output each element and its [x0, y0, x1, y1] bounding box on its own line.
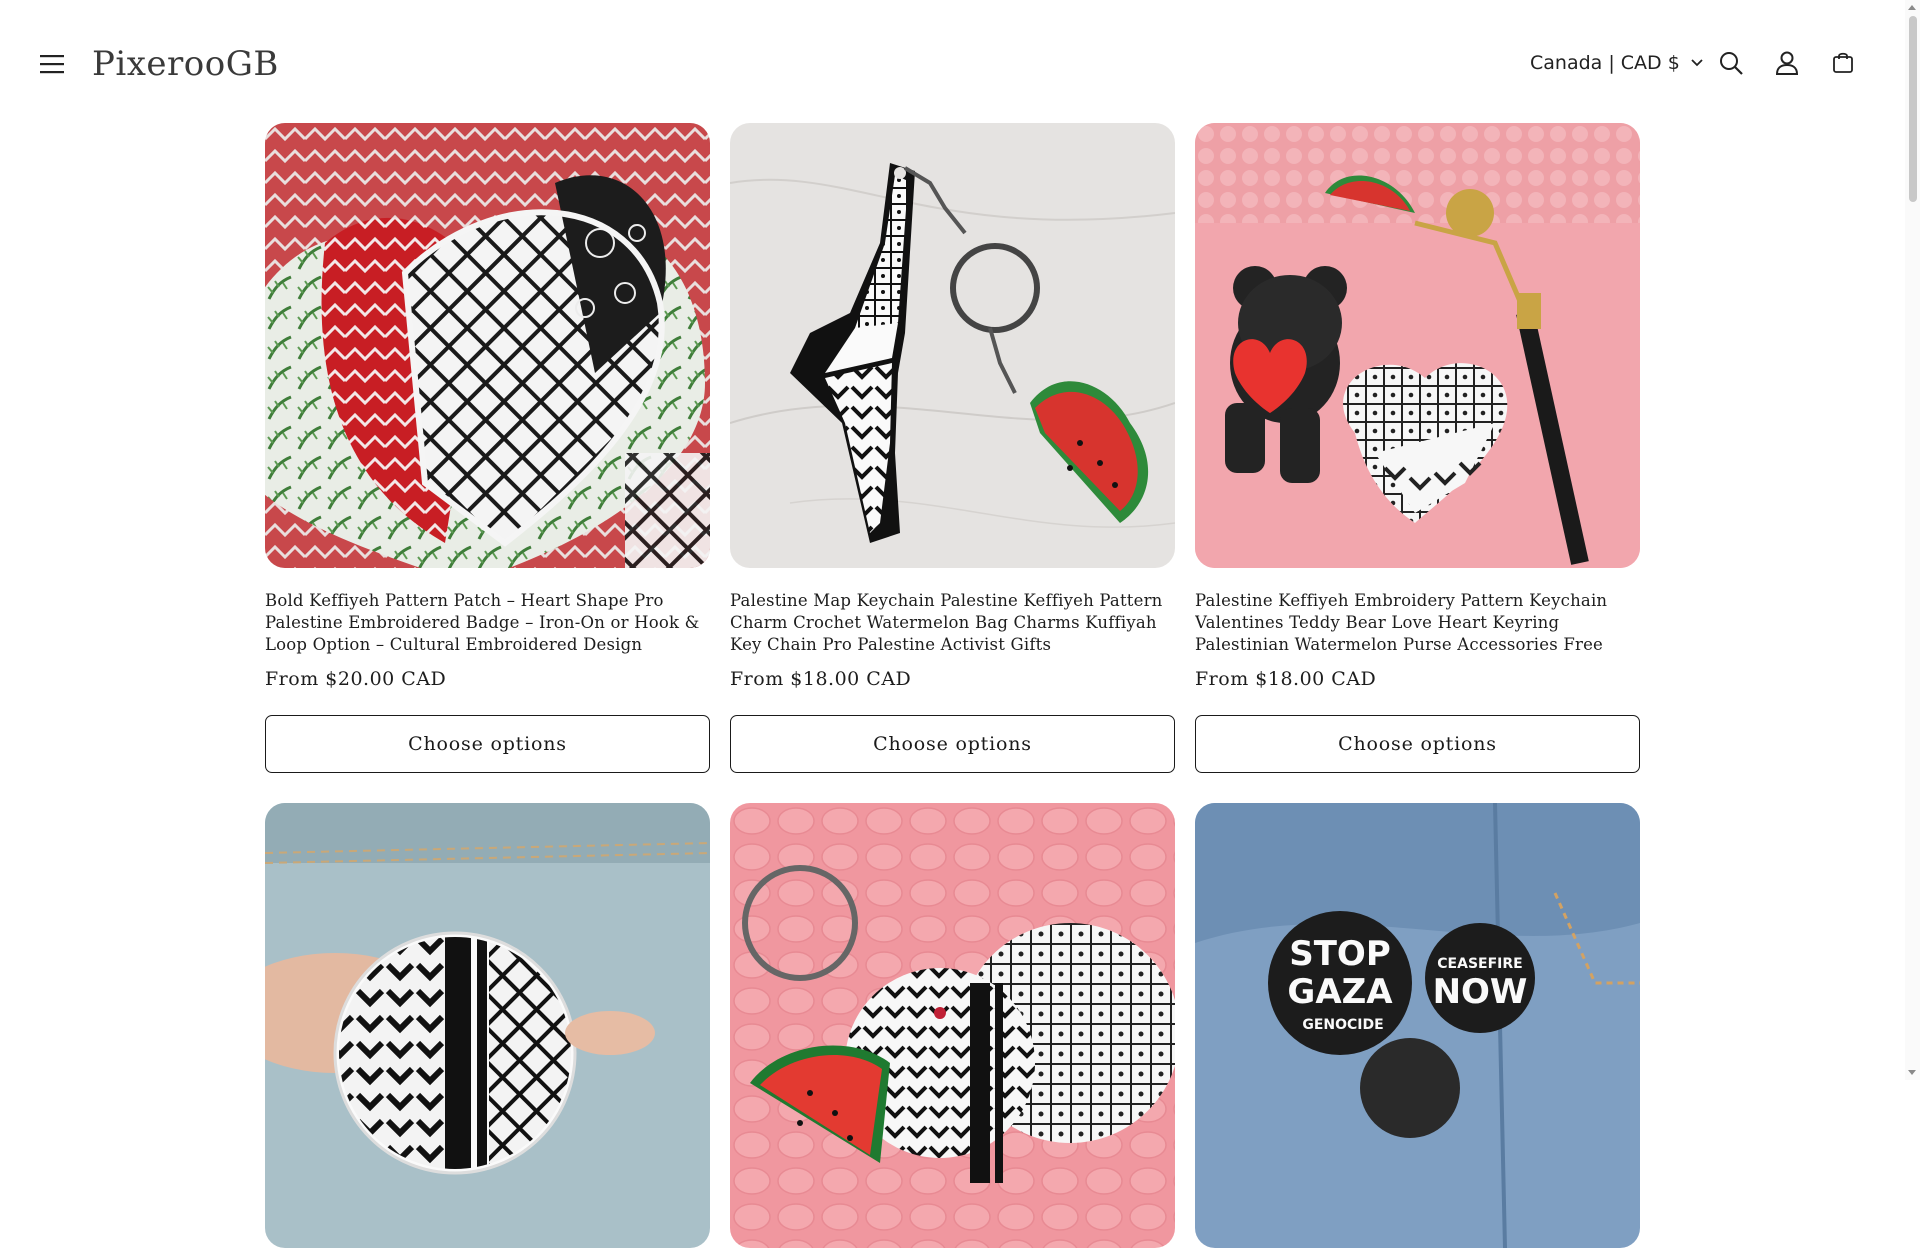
account-icon[interactable] — [1770, 46, 1804, 80]
search-icon[interactable] — [1714, 46, 1748, 80]
badge-text: GAZA — [1287, 972, 1393, 1012]
product-price: From $18.00 CAD — [1195, 668, 1377, 690]
scroll-up-arrow[interactable] — [1908, 5, 1916, 10]
choose-options-button[interactable]: Choose options — [265, 715, 710, 773]
product-card[interactable]: Bold Keffiyeh Pattern Patch – Heart Shap… — [265, 123, 710, 773]
badge-text: STOP — [1289, 934, 1391, 974]
product-image[interactable]: STOP GAZA GENOCIDE CEASEFIRE NOW — [1195, 803, 1640, 1248]
badge-text: NOW — [1433, 972, 1528, 1012]
product-card[interactable]: Palestine Map Keychain Palestine Keffiye… — [730, 123, 1175, 773]
product-image[interactable] — [730, 803, 1175, 1248]
choose-options-button[interactable]: Choose options — [730, 715, 1175, 773]
product-image[interactable] — [1195, 123, 1640, 568]
country-selector-label: Canada | CAD $ — [1530, 52, 1680, 74]
product-image[interactable] — [730, 123, 1175, 568]
product-image[interactable] — [265, 123, 710, 568]
scrollbar[interactable] — [1905, 0, 1920, 1080]
chevron-down-icon — [1690, 58, 1704, 68]
product-title[interactable]: Palestine Keffiyeh Embroidery Pattern Ke… — [1195, 590, 1640, 656]
cart-icon[interactable] — [1826, 46, 1860, 80]
site-header: PixerooGB Canada | CAD $ — [0, 0, 1905, 126]
choose-options-button[interactable]: Choose options — [1195, 715, 1640, 773]
badge-text: GENOCIDE — [1302, 1017, 1383, 1033]
product-title[interactable]: Bold Keffiyeh Pattern Patch – Heart Shap… — [265, 590, 710, 656]
product-card[interactable] — [265, 803, 710, 1248]
badge-text: CEASEFIRE — [1437, 956, 1522, 972]
product-price: From $20.00 CAD — [265, 668, 447, 690]
product-card[interactable]: Palestine Keffiyeh Embroidery Pattern Ke… — [1195, 123, 1640, 773]
product-card[interactable] — [730, 803, 1175, 1248]
country-selector[interactable]: Canada | CAD $ — [1530, 44, 1704, 82]
menu-icon[interactable] — [36, 48, 68, 80]
scroll-thumb[interactable] — [1909, 16, 1917, 202]
product-title[interactable]: Palestine Map Keychain Palestine Keffiye… — [730, 590, 1175, 656]
product-card[interactable]: STOP GAZA GENOCIDE CEASEFIRE NOW — [1195, 803, 1640, 1248]
scroll-down-arrow[interactable] — [1908, 1070, 1916, 1075]
site-logo[interactable]: PixerooGB — [92, 40, 279, 88]
product-image[interactable] — [265, 803, 710, 1248]
product-price: From $18.00 CAD — [730, 668, 912, 690]
